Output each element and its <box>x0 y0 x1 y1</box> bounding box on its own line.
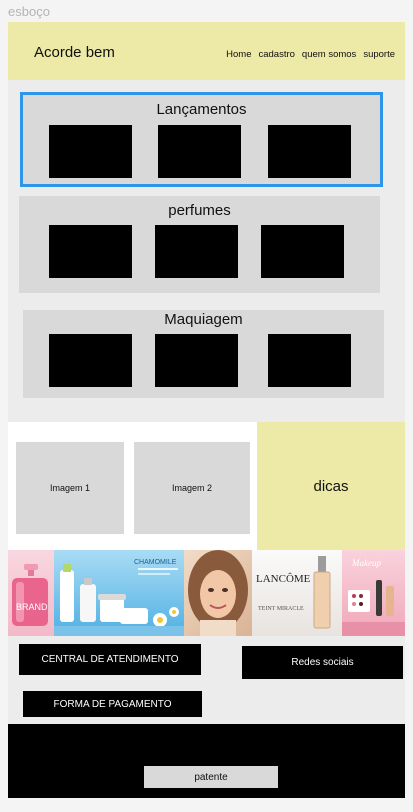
perfume-bottle-illustration: BRAND <box>12 564 48 626</box>
section-maquiagem: Maquiagem <box>23 310 384 398</box>
chamomile-text: CHAMOMILE <box>134 559 177 566</box>
section-title: perfumes <box>168 202 231 219</box>
product-thumbnail[interactable] <box>268 334 351 387</box>
page-frame: Acorde bem Home cadastro quem somos supo… <box>8 22 405 798</box>
product-thumbnail[interactable] <box>158 125 241 178</box>
perfume-ad-panel: BRAND <box>8 550 54 636</box>
lancome-text: LANCÔME <box>256 573 311 585</box>
product-thumbnail[interactable] <box>261 225 344 278</box>
portrait-illustration <box>188 550 248 636</box>
product-thumbnail[interactable] <box>268 125 351 178</box>
model-portrait-panel <box>184 550 252 636</box>
image-placeholder-2[interactable]: Imagem 2 <box>134 442 250 534</box>
cosmetics-banner[interactable]: BRAND CHAMOMILE LANCÔME TEINT MIRACLE Ma… <box>8 550 405 636</box>
image-placeholder-1[interactable]: Imagem 1 <box>16 442 124 534</box>
section-perfumes: perfumes <box>19 196 380 293</box>
makeup-text: Makeup <box>351 558 381 568</box>
lancome-ad-panel: LANCÔME TEINT MIRACLE <box>252 550 342 636</box>
product-thumbnail[interactable] <box>49 225 132 278</box>
tips-panel[interactable]: dicas <box>257 422 405 550</box>
nav-menu: Home cadastro quem somos suporte <box>226 49 395 60</box>
section-title: Lançamentos <box>156 101 247 118</box>
skincare-products-illustration: CHAMOMILE <box>54 559 184 636</box>
section-title: Maquiagem <box>164 311 243 328</box>
payment-method-button[interactable]: FORMA DE PAGAMENTO <box>23 691 202 717</box>
frame-label: esboço <box>8 4 50 19</box>
image-label: Imagem 2 <box>171 483 213 493</box>
product-thumbnail[interactable] <box>49 334 132 387</box>
foundation-bottle-illustration: LANCÔME TEINT MIRACLE <box>256 556 331 629</box>
nav-item-quem-somos[interactable]: quem somos <box>302 49 356 60</box>
nav-item-suporte[interactable]: suporte <box>363 49 395 60</box>
product-thumbnail[interactable] <box>49 125 132 178</box>
social-media-button[interactable]: Redes sociais <box>242 646 403 679</box>
customer-service-button[interactable]: CENTRAL DE ATENDIMENTO <box>19 644 201 675</box>
nav-item-cadastro[interactable]: cadastro <box>258 49 294 60</box>
chamomile-ad-panel: CHAMOMILE <box>54 550 184 636</box>
nav-item-home[interactable]: Home <box>226 49 251 60</box>
tips-label: dicas <box>313 477 349 495</box>
brand-title[interactable]: Acorde bem <box>34 44 115 61</box>
product-thumbnail[interactable] <box>155 225 238 278</box>
product-thumbnail[interactable] <box>155 334 238 387</box>
patent-label: patente <box>144 766 278 788</box>
image-label: Imagem 1 <box>49 483 91 493</box>
header: Acorde bem Home cadastro quem somos supo… <box>8 22 405 80</box>
product-text: TEINT MIRACLE <box>258 606 304 612</box>
brand-text: BRAND <box>16 602 48 612</box>
section-lancamentos: Lançamentos <box>20 92 383 187</box>
makeup-ad-panel: Makeup <box>342 550 405 636</box>
makeup-products-illustration: Makeup <box>342 558 405 636</box>
